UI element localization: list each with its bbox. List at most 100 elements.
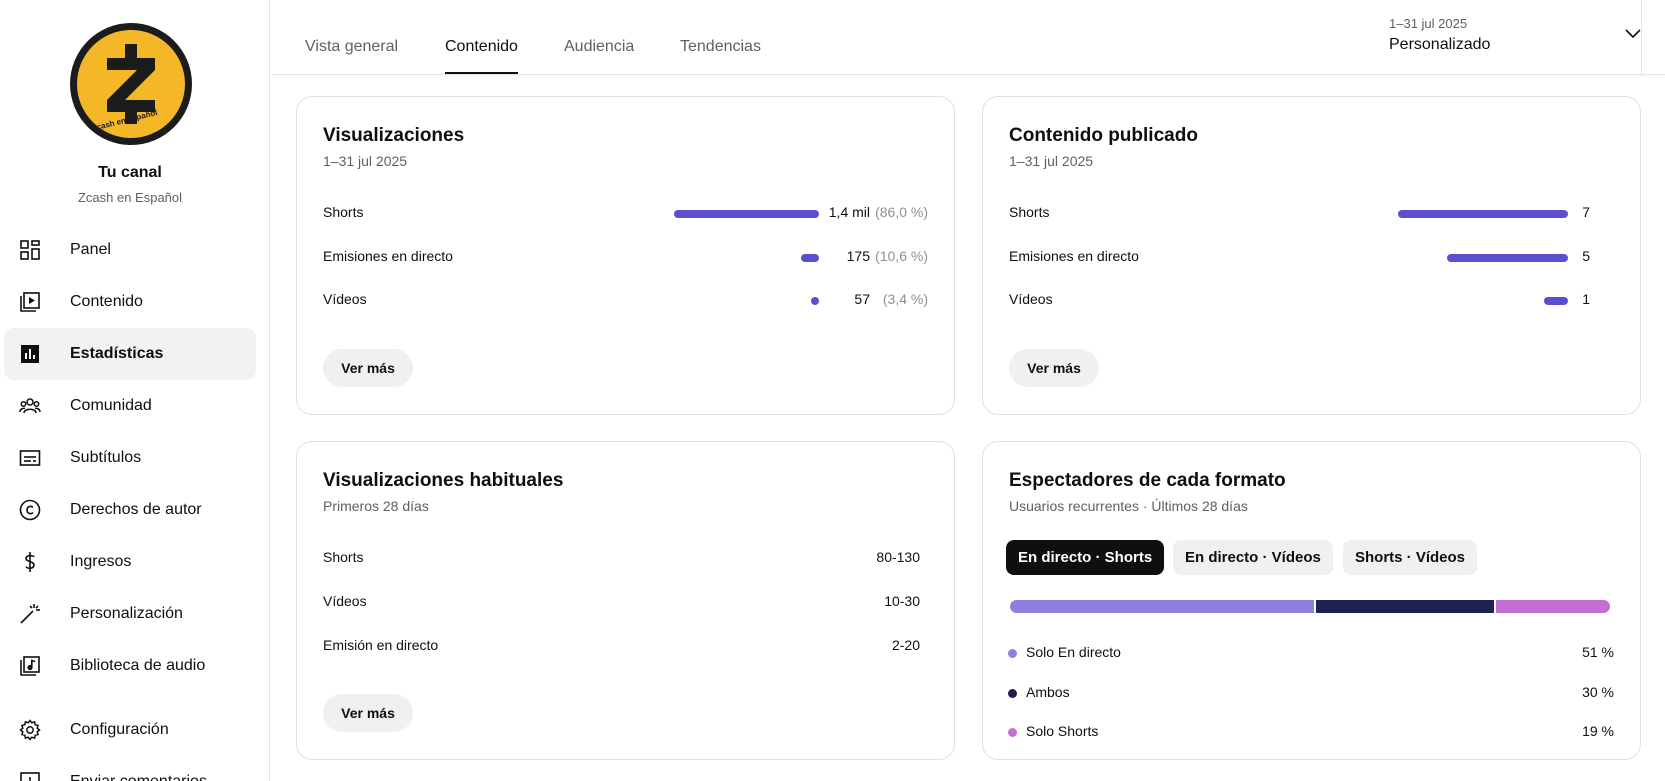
legend-dot (1008, 728, 1017, 737)
sidebar-item-feedback[interactable]: Enviar comentarios (4, 756, 256, 781)
row-value: 7 (1582, 204, 1590, 220)
feedback-icon (18, 770, 42, 781)
copyright-icon (18, 498, 42, 522)
content-icon (18, 290, 42, 314)
chip-live-videos[interactable]: En directo · Vídeos (1173, 540, 1333, 575)
see-more-button[interactable]: Ver más (323, 694, 413, 732)
card-title: Visualizaciones (323, 125, 465, 146)
sidebar-item-settings[interactable]: Configuración (4, 704, 256, 756)
row-value: 2-20 (891, 637, 920, 653)
row-label: Vídeos (1009, 291, 1053, 307)
avatar[interactable]: Zcash en español (70, 23, 192, 145)
sidebar-item-label: Estadísticas (70, 345, 164, 362)
zcash-logo-icon: Zcash en español (77, 30, 185, 138)
row-value: 1,4 mil (828, 204, 870, 220)
see-more-button[interactable]: Ver más (323, 349, 413, 387)
see-more-button[interactable]: Ver más (1009, 349, 1099, 387)
subtitles-icon (18, 446, 42, 470)
legend-label: Solo Shorts (1026, 723, 1099, 739)
card-subtitle: 1–31 jul 2025 (323, 153, 408, 169)
sidebar-item-copyright[interactable]: Derechos de autor (4, 484, 256, 536)
legend-item-live-only: Solo En directo 51 % (1008, 643, 1614, 663)
row-percentage: (3,4 %) (882, 291, 928, 307)
analytics-tabs-bar: Vista general Contenido Audiencia Tenden… (271, 0, 1665, 75)
card-title: Espectadores de cada formato (1009, 470, 1286, 491)
published-row-videos: Vídeos 1 (1009, 289, 1614, 311)
views-row-live: Emisiones en directo 175 (10,6 %) (323, 246, 928, 268)
tab-overview[interactable]: Vista general (305, 38, 398, 74)
card-subtitle: Usuarios recurrentes · Últimos 28 días (1009, 498, 1248, 514)
sidebar-item-audio-library[interactable]: Biblioteca de audio (4, 640, 256, 692)
chip-live-shorts[interactable]: En directo · Shorts (1006, 540, 1165, 575)
chip-shorts-videos[interactable]: Shorts · Vídeos (1343, 540, 1478, 575)
card-title: Contenido publicado (1009, 125, 1198, 146)
gear-icon (18, 718, 42, 742)
stacked-bar-segment (1316, 600, 1494, 613)
sidebar-item-label: Biblioteca de audio (70, 657, 206, 674)
sidebar-item-customization[interactable]: Personalización (4, 588, 256, 640)
date-range-label: Personalizado (1389, 36, 1491, 53)
views-row-shorts: Shorts 1,4 mil (86,0 %) (323, 202, 928, 224)
row-value: 5 (1582, 248, 1590, 264)
tab-trends[interactable]: Tendencias (680, 38, 761, 74)
date-range-selector[interactable]: 1–31 jul 2025 Personalizado (1389, 12, 1649, 72)
studio-app: Zcash en español Tu canal Zcash en Españ… (0, 0, 1665, 781)
dollar-icon (18, 550, 42, 574)
tab-content[interactable]: Contenido (445, 38, 518, 74)
row-value: 57 (854, 291, 870, 307)
date-range-value: 1–31 jul 2025 (1389, 16, 1468, 31)
dashboard-icon (18, 238, 42, 262)
analytics-icon (18, 342, 42, 366)
regular-row-shorts: Shorts 80-130 (323, 547, 928, 569)
sidebar-item-label: Contenido (70, 293, 143, 310)
views-row-videos: Vídeos 57 (3,4 %) (323, 289, 928, 311)
legend-dot (1008, 649, 1017, 658)
row-value: 80-130 (876, 549, 920, 565)
sidebar-item-label: Panel (70, 241, 111, 258)
tab-audience[interactable]: Audiencia (564, 38, 634, 74)
channel-title: Tu canal (98, 164, 162, 181)
published-content-card: Contenido publicado 1–31 jul 2025 Shorts… (982, 96, 1641, 415)
legend-value: 51 % (1582, 644, 1614, 660)
sidebar-item-label: Ingresos (70, 553, 132, 570)
sidebar-item-earnings[interactable]: Ingresos (4, 536, 256, 588)
published-row-shorts: Shorts 7 (1009, 202, 1614, 224)
community-icon (18, 394, 42, 418)
views-bar-videos (811, 297, 819, 305)
card-subtitle: 1–31 jul 2025 (1009, 153, 1094, 169)
sidebar-item-content[interactable]: Contenido (4, 276, 256, 328)
row-label: Shorts (323, 204, 364, 220)
sidebar-item-label: Derechos de autor (70, 501, 202, 518)
views-bar-live (801, 254, 819, 262)
card-title: Visualizaciones habituales (323, 470, 564, 491)
row-label: Emisiones en directo (1009, 248, 1139, 264)
sidebar-item-community[interactable]: Comunidad (4, 380, 256, 432)
views-bar-shorts (674, 210, 819, 218)
card-subtitle: Primeros 28 días (323, 498, 429, 514)
topbar-divider (1641, 0, 1642, 75)
row-label: Shorts (323, 549, 364, 565)
views-by-format-card: Visualizaciones 1–31 jul 2025 Shorts 1,4… (296, 96, 955, 415)
sidebar-item-subtitles[interactable]: Subtítulos (4, 432, 256, 484)
sidebar-item-panel[interactable]: Panel (4, 224, 256, 276)
sidebar-item-analytics[interactable]: Estadísticas (4, 328, 256, 380)
published-bar-shorts (1398, 210, 1568, 218)
legend-value: 19 % (1582, 723, 1614, 739)
magic-wand-icon (18, 602, 42, 626)
legend-dot (1008, 689, 1017, 698)
legend-label: Solo En directo (1026, 644, 1121, 660)
sidebar: Zcash en español Tu canal Zcash en Españ… (0, 0, 270, 781)
row-value: 10-30 (884, 593, 920, 609)
stacked-bar-segment (1496, 600, 1610, 613)
row-label: Emisión en directo (323, 637, 439, 653)
sidebar-nav: Panel Contenido Estadísticas Comunidad S… (4, 224, 256, 781)
sidebar-item-label: Personalización (70, 605, 183, 622)
legend-value: 30 % (1582, 684, 1614, 700)
published-row-live: Emisiones en directo 5 (1009, 246, 1614, 268)
row-percentage: (86,0 %) (875, 204, 928, 220)
audio-library-icon (18, 654, 42, 678)
sidebar-item-label: Comunidad (70, 397, 152, 414)
sidebar-item-label: Subtítulos (70, 449, 142, 466)
published-bar-videos (1544, 297, 1568, 305)
legend-item-shorts-only: Solo Shorts 19 % (1008, 722, 1614, 742)
